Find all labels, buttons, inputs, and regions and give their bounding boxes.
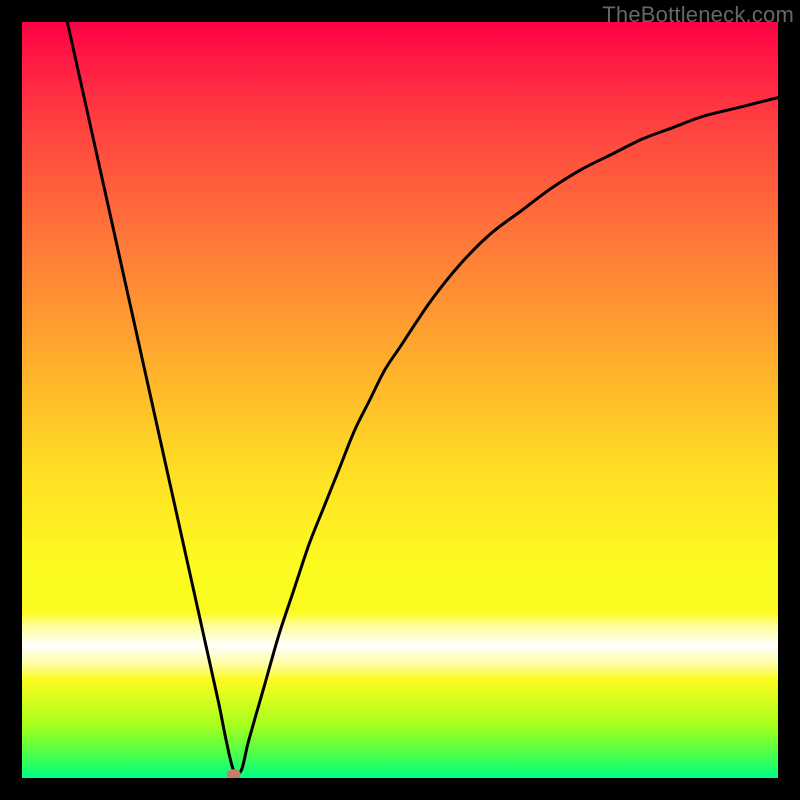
gradient-background: [22, 22, 778, 778]
chart-container: TheBottleneck.com: [0, 0, 800, 800]
bottleneck-chart: [22, 22, 778, 778]
